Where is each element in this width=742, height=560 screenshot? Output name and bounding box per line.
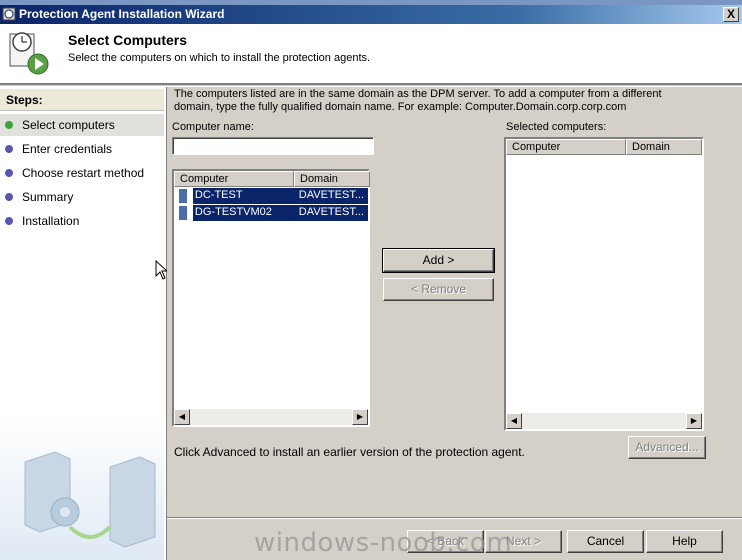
cancel-button[interactable]: Cancel — [567, 530, 644, 553]
step-active-dot-icon — [5, 121, 13, 129]
computer-name-label: Computer name: — [172, 121, 254, 133]
row-computer: DC-TEST — [192, 188, 293, 204]
step-enter-credentials: Enter credentials — [0, 138, 164, 160]
step-label: Summary — [22, 190, 74, 204]
column-domain[interactable]: Domain — [294, 171, 370, 187]
column-domain[interactable]: Domain — [626, 139, 702, 155]
selected-computers-list[interactable]: Computer Domain ◀ ▶ — [504, 137, 704, 431]
step-dot-icon — [5, 169, 13, 177]
computer-icon — [179, 206, 187, 220]
computer-icon — [179, 189, 187, 203]
row-domain: DAVETEST... — [292, 205, 368, 221]
step-label: Choose restart method — [22, 166, 145, 180]
scroll-left-icon[interactable]: ◀ — [506, 413, 522, 429]
servers-illustration-icon — [0, 417, 164, 560]
mouse-cursor-icon — [155, 260, 167, 280]
title-bar: Protection Agent Installation Wizard X — [0, 5, 742, 24]
row-computer: DG-TESTVM02 — [192, 205, 293, 221]
clock-agent-icon — [9, 32, 49, 75]
window-title: Protection Agent Installation Wizard — [19, 7, 225, 21]
step-summary: Summary — [0, 186, 164, 208]
step-dot-icon — [5, 217, 13, 225]
add-button[interactable]: Add > — [382, 248, 495, 273]
steps-heading: Steps: — [0, 89, 164, 111]
column-computer[interactable]: Computer — [174, 171, 294, 187]
instructions-text: The computers listed are in the same dom… — [174, 88, 662, 113]
main-pane: The computers listed are in the same dom… — [166, 87, 742, 560]
step-label: Select computers — [22, 118, 115, 132]
steps-pane: Steps: Select computers Enter credential… — [0, 87, 164, 560]
selected-computers-label: Selected computers: — [506, 121, 607, 133]
scroll-right-icon[interactable]: ▶ — [686, 413, 702, 429]
step-installation: Installation — [0, 210, 164, 232]
scroll-track[interactable] — [190, 409, 352, 425]
help-button[interactable]: Help — [646, 530, 723, 553]
footer-divider — [167, 517, 742, 519]
computer-name-input[interactable] — [172, 137, 374, 155]
table-row[interactable]: DG-TESTVM02 DAVETEST... — [174, 205, 368, 221]
row-domain: DAVETEST... — [292, 188, 368, 204]
advanced-button[interactable]: Advanced... — [628, 436, 706, 459]
remove-button[interactable]: < Remove — [383, 278, 494, 301]
step-label: Enter credentials — [22, 142, 113, 156]
page-title: Select Computers — [68, 32, 188, 48]
available-list-scrollbar[interactable]: ◀ ▶ — [174, 409, 368, 425]
selected-list-scrollbar[interactable]: ◀ ▶ — [506, 413, 702, 429]
header-divider — [0, 84, 742, 86]
list-header: Computer Domain — [174, 171, 370, 187]
scroll-right-icon[interactable]: ▶ — [352, 409, 368, 425]
step-dot-icon — [5, 145, 13, 153]
wizard-header: Select Computers Select the computers on… — [0, 24, 742, 84]
step-dot-icon — [5, 193, 13, 201]
list-header: Computer Domain — [506, 139, 702, 155]
table-row[interactable]: DC-TEST DAVETEST... — [174, 188, 368, 204]
available-computers-list[interactable]: Computer Domain DC-TEST DAVETEST... DG-T… — [172, 169, 370, 427]
step-choose-restart-method: Choose restart method — [0, 162, 164, 184]
close-button[interactable]: X — [723, 7, 739, 22]
app-icon — [2, 7, 16, 21]
advanced-info-text: Click Advanced to install an earlier ver… — [174, 445, 525, 459]
step-label: Installation — [22, 214, 80, 228]
page-subtitle: Select the computers on which to install… — [68, 52, 371, 64]
scroll-left-icon[interactable]: ◀ — [174, 409, 190, 425]
scroll-track[interactable] — [522, 413, 686, 429]
step-select-computers: Select computers — [0, 114, 164, 136]
watermark-text: windows-noob.com — [254, 528, 513, 558]
column-computer[interactable]: Computer — [506, 139, 626, 155]
